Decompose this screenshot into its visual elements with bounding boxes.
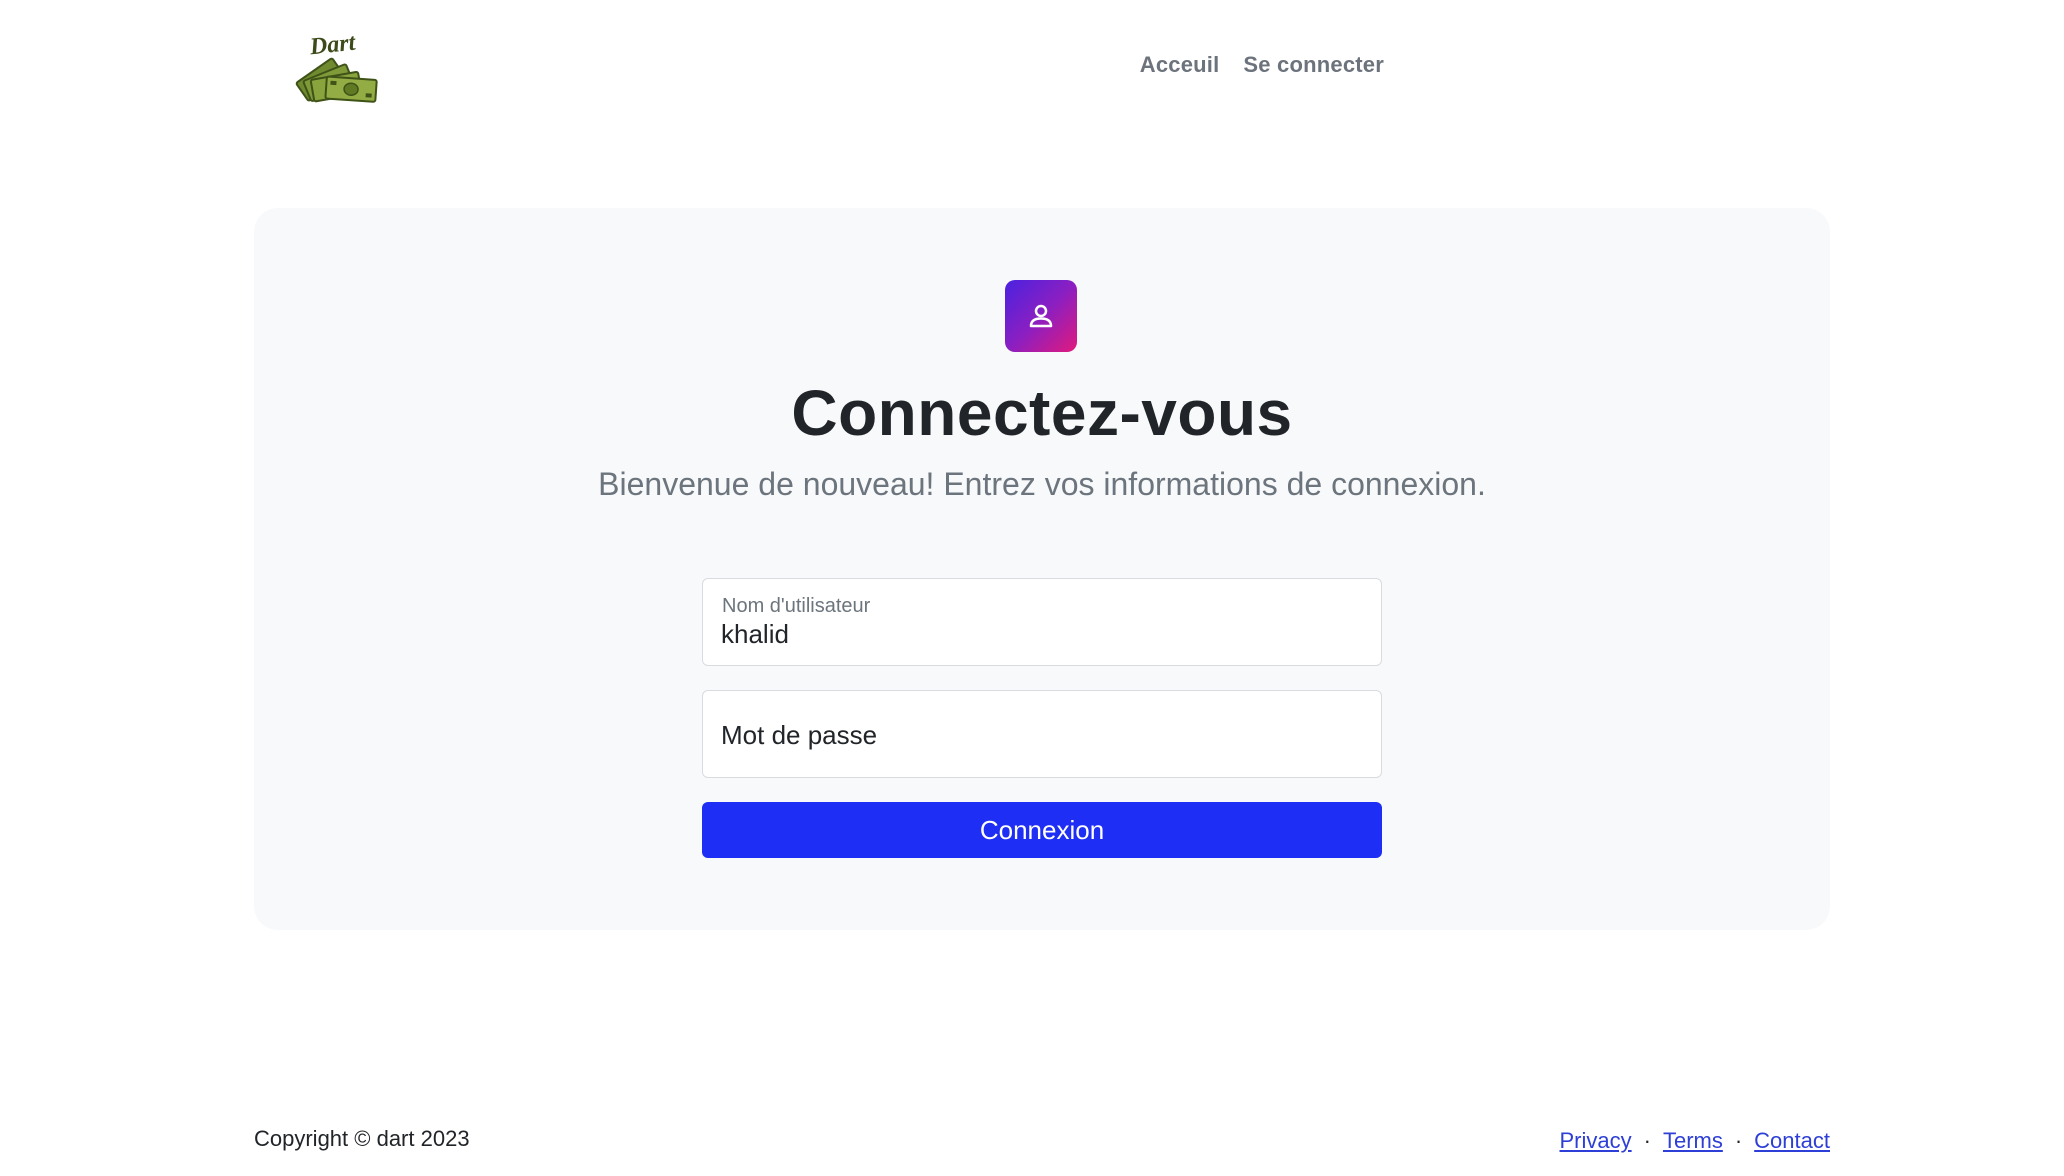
page-title: Connectez-vous	[791, 377, 1293, 449]
nav-links: Acceuil Se connecter	[1140, 52, 1384, 78]
copyright-text: Copyright © dart 2023	[254, 1126, 470, 1151]
user-icon	[1029, 304, 1053, 328]
brand-logo[interactable]: Dart	[292, 30, 382, 106]
brand-name: Dart	[308, 29, 357, 61]
footer-separator: ·	[1734, 1128, 1743, 1153]
password-field[interactable]	[702, 690, 1382, 778]
password-input[interactable]	[721, 720, 1361, 751]
username-label: Nom d'utilisateur	[722, 595, 871, 617]
footer-links: Privacy · Terms · Contact	[1560, 1128, 1831, 1154]
page-subtitle: Bienvenue de nouveau! Entrez vos informa…	[598, 466, 1486, 502]
navbar: Dart Acceuil Se connecter	[0, 0, 2064, 140]
username-input[interactable]	[721, 619, 1361, 650]
footer: Copyright © dart 2023 Privacy · Terms · …	[254, 1120, 1830, 1160]
login-page: Dart Acceuil Se connecter Connectez-vous…	[0, 0, 2064, 1176]
footer-link-terms[interactable]: Terms	[1663, 1128, 1723, 1154]
nav-link-login[interactable]: Se connecter	[1243, 52, 1384, 78]
footer-separator: ·	[1643, 1128, 1651, 1153]
nav-link-home[interactable]: Acceuil	[1140, 52, 1220, 78]
username-field[interactable]: Nom d'utilisateur	[702, 578, 1382, 666]
login-form: Nom d'utilisateur Connexion	[702, 578, 1382, 858]
login-card: Connectez-vous Bienvenue de nouveau! Ent…	[254, 208, 1830, 930]
user-badge	[1005, 280, 1077, 352]
footer-link-contact[interactable]: Contact	[1754, 1128, 1830, 1154]
footer-link-privacy[interactable]: Privacy	[1560, 1128, 1632, 1154]
login-button[interactable]: Connexion	[702, 802, 1382, 858]
